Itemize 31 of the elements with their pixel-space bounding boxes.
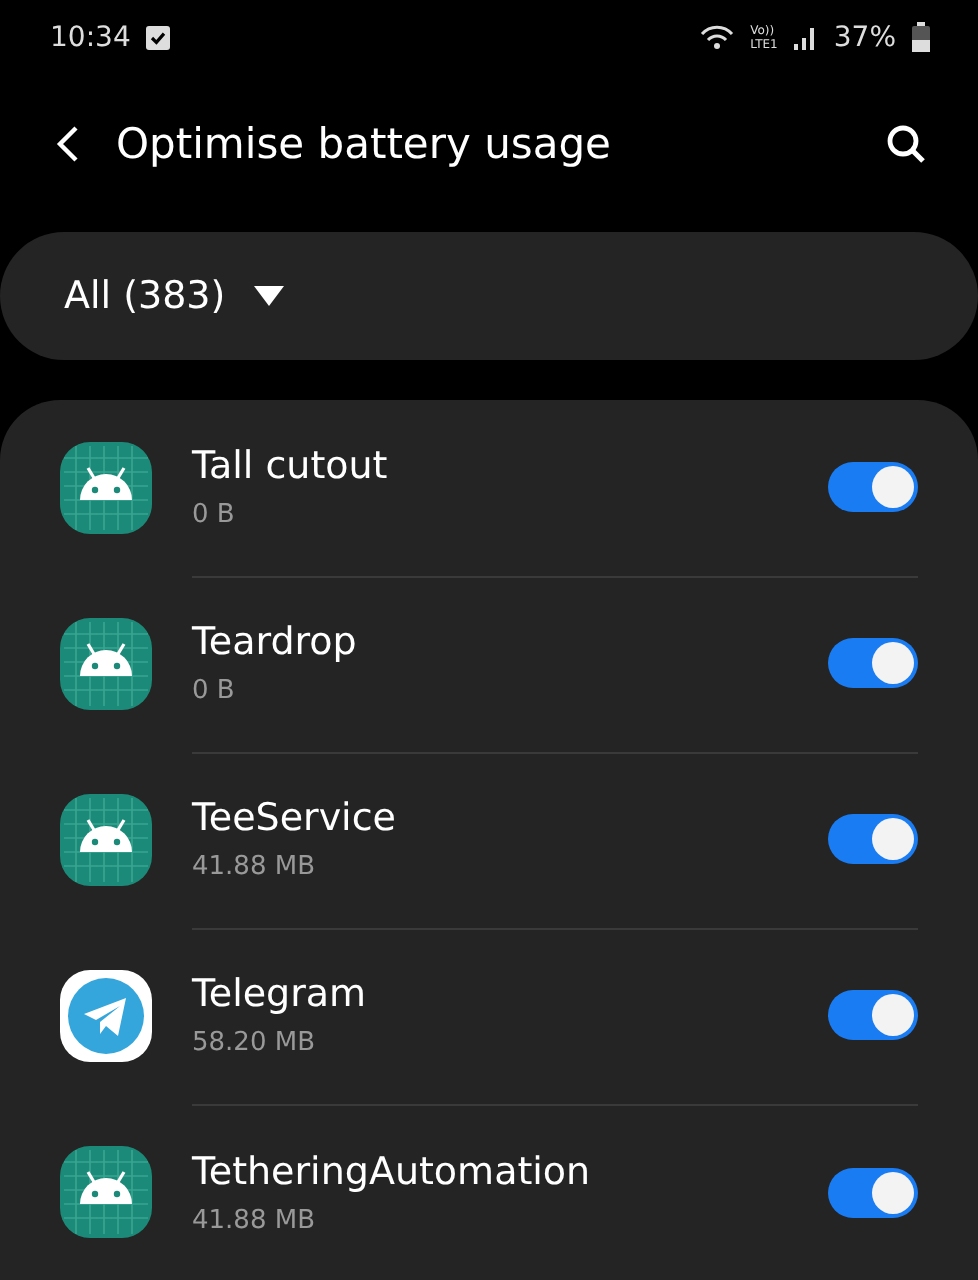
battery-icon (912, 22, 930, 53)
android-app-icon (60, 1146, 152, 1238)
app-name: Telegram (192, 972, 369, 1016)
android-app-icon (60, 794, 152, 886)
app-name: TeeService (192, 796, 398, 840)
app-size: 41.88 MB (192, 1205, 317, 1235)
toggle-switch[interactable] (828, 814, 918, 864)
signal-icon (793, 25, 818, 50)
toggle-switch[interactable] (828, 990, 918, 1040)
app-size: 41.88 MB (192, 852, 317, 882)
wifi-icon (700, 24, 735, 51)
battery-percent: 37% (833, 21, 896, 54)
screen-title: Optimise battery usage (116, 120, 613, 169)
checkbox-notification-icon (146, 25, 171, 50)
app-name: Teardrop (192, 620, 359, 664)
android-app-icon (60, 442, 152, 534)
dropdown-caret-icon (253, 285, 284, 306)
app-size: 58.20 MB (192, 1028, 317, 1058)
toggle-switch[interactable] (828, 1167, 918, 1217)
search-icon[interactable] (886, 124, 926, 165)
toggle-switch[interactable] (828, 462, 918, 512)
clock-time: 10:34 (50, 21, 131, 54)
app-name: TetheringAutomation (192, 1149, 593, 1193)
paper-plane-app-icon (60, 970, 152, 1062)
app-size: 0 B (192, 676, 237, 706)
filter-dropdown[interactable]: All (383) (0, 231, 978, 360)
back-icon[interactable] (56, 124, 80, 165)
toggle-switch[interactable] (828, 638, 918, 688)
app-name: Tall cutout (192, 444, 390, 488)
app-size: 0 B (192, 500, 237, 530)
android-app-icon (60, 618, 152, 710)
